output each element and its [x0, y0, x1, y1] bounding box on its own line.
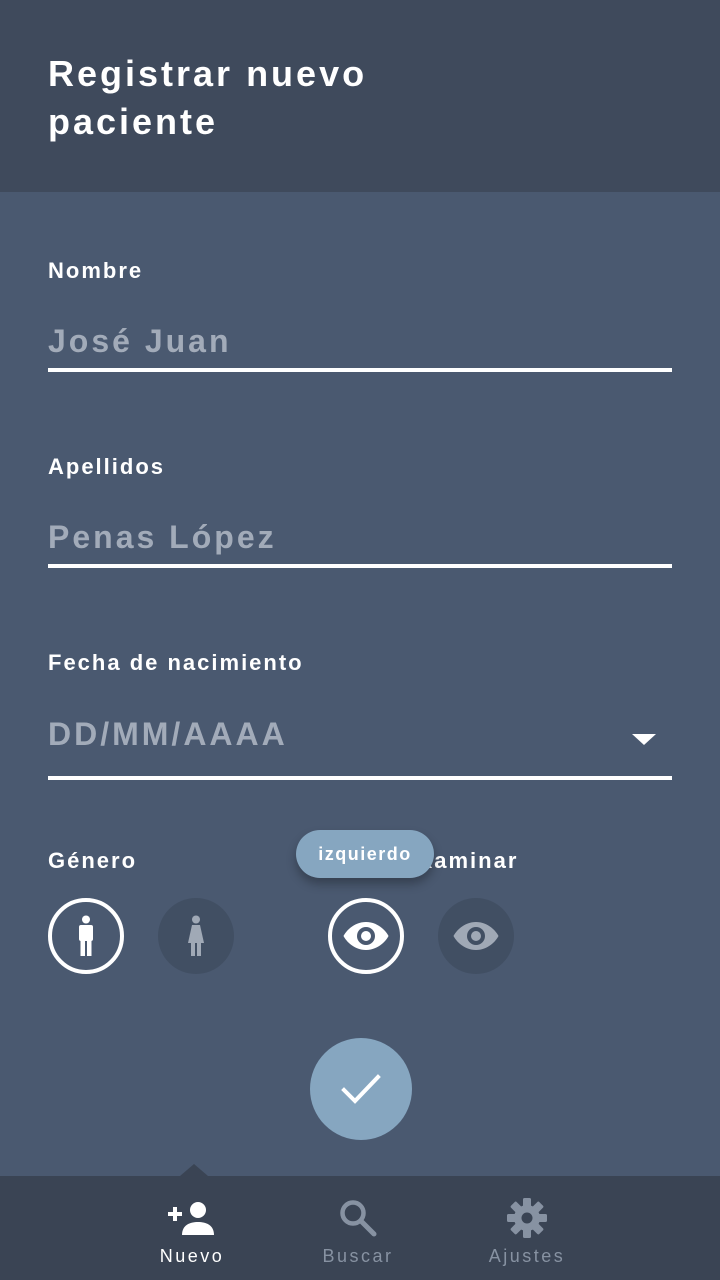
page-title: Registrar nuevo paciente	[48, 53, 368, 142]
add-person-icon	[168, 1202, 214, 1235]
eye-left-button[interactable]	[328, 898, 404, 974]
eye-icon	[453, 922, 499, 950]
nav-label-nuevo: Nuevo	[159, 1246, 225, 1266]
fecha-label: Fecha de nacimiento	[48, 650, 304, 675]
fecha-placeholder: DD/MM/AAAA	[48, 716, 288, 752]
nav-label-ajustes: Ajustes	[488, 1246, 566, 1266]
gender-male-button[interactable]	[48, 898, 124, 974]
gear-icon	[507, 1198, 547, 1238]
submit-button[interactable]	[310, 1038, 412, 1140]
search-icon	[340, 1200, 377, 1237]
eye-tooltip: izquierdo	[296, 830, 434, 878]
nombre-input[interactable]	[48, 314, 672, 372]
bottom-nav: Nuevo Buscar Ajustes	[0, 1164, 720, 1280]
fecha-select[interactable]: DD/MM/AAAA	[48, 706, 672, 780]
gender-female-button[interactable]	[158, 898, 234, 974]
check-icon	[341, 1074, 381, 1104]
apellidos-label: Apellidos	[48, 454, 166, 479]
male-icon	[79, 915, 93, 956]
apellidos-input[interactable]	[48, 510, 672, 568]
female-icon	[188, 915, 204, 956]
ojo-label: xaminar	[420, 848, 519, 873]
nav-item-ajustes[interactable]: Ajustes	[457, 1176, 597, 1280]
nombre-label: Nombre	[48, 258, 144, 283]
nav-label-buscar: Buscar	[322, 1246, 394, 1266]
active-indicator	[180, 1164, 208, 1176]
chevron-down-icon	[632, 734, 656, 745]
nav-item-nuevo[interactable]: Nuevo	[122, 1176, 262, 1280]
app-header: Registrar nuevo paciente	[0, 0, 720, 192]
nav-item-buscar[interactable]: Buscar	[288, 1176, 428, 1280]
genero-label: Género	[48, 848, 138, 873]
eye-icon	[343, 922, 389, 950]
eye-right-button[interactable]	[438, 898, 514, 974]
